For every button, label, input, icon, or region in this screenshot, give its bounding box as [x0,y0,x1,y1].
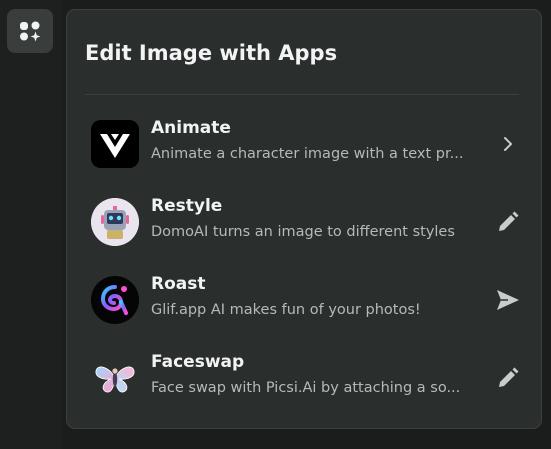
domoai-robot-logo [91,198,139,246]
left-sidebar [0,0,62,449]
viggle-v-logo [91,120,139,168]
glif-logo [91,276,139,324]
apps-button[interactable] [7,9,53,53]
app-description: Face swap with Picsi.Ai by attaching a s… [151,380,461,396]
app-description: DomoAI turns an image to different style… [151,224,455,240]
app-name: Faceswap [151,352,245,372]
pencil-icon[interactable] [491,205,525,239]
app-description: Glif.app AI makes fun of your photos! [151,302,421,318]
picsi-butterfly-logo [91,354,139,402]
chevron-right-icon[interactable] [491,127,525,161]
app-row-faceswap[interactable]: Faceswap Face swap with Picsi.Ai by atta… [77,343,531,413]
divider [85,94,519,95]
edit-image-apps-popup: Edit Image with Apps Animate Animate a c… [66,9,542,429]
app-row-animate[interactable]: Animate Animate a character image with a… [77,109,531,179]
pencil-icon[interactable] [491,361,525,395]
app-name: Animate [151,118,231,138]
app-row-restyle[interactable]: Restyle DomoAI turns an image to differe… [77,187,531,257]
send-icon[interactable] [491,283,525,317]
app-name: Restyle [151,196,223,216]
app-name: Roast [151,274,206,294]
app-row-roast[interactable]: Roast Glif.app AI makes fun of your phot… [77,265,531,335]
apps-grid-icon [20,21,41,42]
popup-title: Edit Image with Apps [85,41,338,65]
app-description: Animate a character image with a text pr… [151,146,464,162]
